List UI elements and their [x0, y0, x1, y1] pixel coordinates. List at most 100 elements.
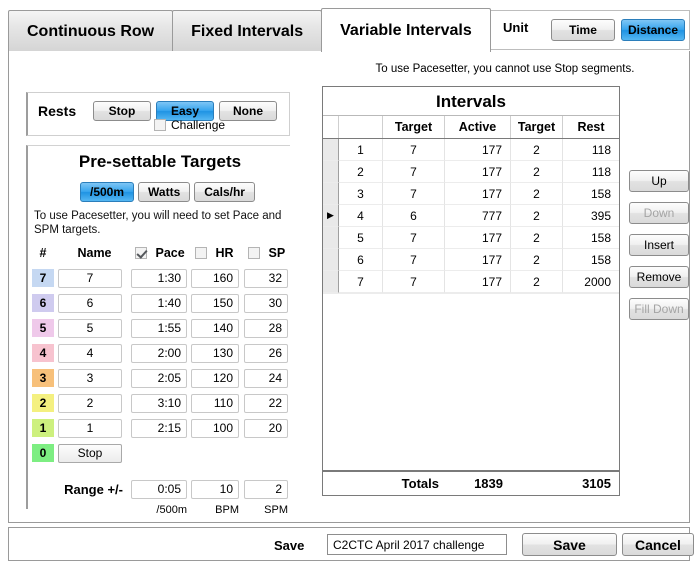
row-selector-cell[interactable]: [323, 249, 339, 271]
interval-index[interactable]: 5: [339, 227, 383, 249]
target-unit-calshr-button[interactable]: Cals/hr: [194, 182, 255, 202]
workout-name-input[interactable]: C2CTC April 2017 challenge: [327, 534, 507, 555]
target-unit-watts-button[interactable]: Watts: [138, 182, 191, 202]
interval-target-active[interactable]: 7: [383, 183, 445, 205]
fill-down-button[interactable]: Fill Down: [629, 298, 689, 320]
interval-target-rest[interactable]: 2: [511, 139, 563, 161]
target-hr-field[interactable]: 140: [191, 318, 239, 338]
intervals-empty-area[interactable]: [323, 293, 619, 464]
row-selector-cell[interactable]: [323, 227, 339, 249]
interval-active-value[interactable]: 177: [445, 161, 511, 183]
target-sp-field[interactable]: 32: [244, 268, 288, 288]
interval-target-active[interactable]: 7: [383, 139, 445, 161]
interval-active-value[interactable]: 177: [445, 183, 511, 205]
interval-rest-value[interactable]: 158: [563, 249, 619, 271]
target-hr-field[interactable]: 110: [191, 393, 239, 413]
interval-rest-value[interactable]: 158: [563, 183, 619, 205]
interval-index[interactable]: 1: [339, 139, 383, 161]
challenge-checkbox[interactable]: [154, 119, 166, 131]
target-hr-field[interactable]: 130: [191, 343, 239, 363]
target-sp-field[interactable]: 24: [244, 368, 288, 388]
interval-active-value[interactable]: 177: [445, 249, 511, 271]
target-pace-field[interactable]: 1:40: [131, 293, 187, 313]
range-pace-field[interactable]: 0:05: [131, 479, 187, 499]
interval-target-active[interactable]: 7: [383, 271, 445, 293]
sp-checkbox[interactable]: [248, 247, 260, 259]
interval-rest-value[interactable]: 118: [563, 161, 619, 183]
interval-rest-value[interactable]: 2000: [563, 271, 619, 293]
target-pace-field[interactable]: 3:10: [131, 393, 187, 413]
target-pace-field[interactable]: 2:15: [131, 418, 187, 438]
target-hr-field[interactable]: 150: [191, 293, 239, 313]
tab-fixed-intervals[interactable]: Fixed Intervals: [172, 10, 323, 52]
target-pace-field[interactable]: 1:55: [131, 318, 187, 338]
table-row[interactable]: 7 7 177 2 2000: [323, 271, 619, 293]
table-row[interactable]: 5 7 177 2 158: [323, 227, 619, 249]
interval-rest-value[interactable]: 395: [563, 205, 619, 227]
interval-rest-value[interactable]: 118: [563, 139, 619, 161]
hr-checkbox[interactable]: [195, 247, 207, 259]
row-selector-cell[interactable]: [323, 139, 339, 161]
pace-checkbox[interactable]: [135, 247, 147, 259]
interval-target-active[interactable]: 7: [383, 161, 445, 183]
table-row[interactable]: ▶ 4 6 777 2 395: [323, 205, 619, 227]
interval-target-rest[interactable]: 2: [511, 205, 563, 227]
interval-target-active[interactable]: 6: [383, 205, 445, 227]
remove-button[interactable]: Remove: [629, 266, 689, 288]
target-sp-field[interactable]: 26: [244, 343, 288, 363]
target-name-field[interactable]: 1: [58, 418, 122, 438]
target-sp-field[interactable]: 30: [244, 293, 288, 313]
interval-active-value[interactable]: 777: [445, 205, 511, 227]
target-name-field[interactable]: 3: [58, 368, 122, 388]
interval-target-active[interactable]: 7: [383, 227, 445, 249]
range-sp-field[interactable]: 2: [244, 479, 288, 499]
rests-none-button[interactable]: None: [219, 101, 277, 121]
insert-button[interactable]: Insert: [629, 234, 689, 256]
target-hr-field[interactable]: 160: [191, 268, 239, 288]
target-pace-field[interactable]: 2:00: [131, 343, 187, 363]
tab-variable-intervals[interactable]: Variable Intervals: [321, 8, 491, 52]
target-name-field[interactable]: 2: [58, 393, 122, 413]
table-row[interactable]: 6 7 177 2 158: [323, 249, 619, 271]
interval-index[interactable]: 4: [339, 205, 383, 227]
row-selector-cell[interactable]: [323, 161, 339, 183]
target-sp-field[interactable]: 20: [244, 418, 288, 438]
target-pace-field[interactable]: 2:05: [131, 368, 187, 388]
target-name-field[interactable]: 7: [58, 268, 122, 288]
target-sp-field[interactable]: 28: [244, 318, 288, 338]
interval-rest-value[interactable]: 158: [563, 227, 619, 249]
table-row[interactable]: 3 7 177 2 158: [323, 183, 619, 205]
target-sp-field[interactable]: 22: [244, 393, 288, 413]
interval-index[interactable]: 7: [339, 271, 383, 293]
challenge-checkbox-row[interactable]: Challenge: [154, 118, 225, 132]
range-hr-field[interactable]: 10: [191, 479, 239, 499]
interval-target-rest[interactable]: 2: [511, 249, 563, 271]
tab-continuous-row[interactable]: Continuous Row: [8, 10, 174, 52]
unit-time-button[interactable]: Time: [551, 19, 615, 41]
target-hr-field[interactable]: 100: [191, 418, 239, 438]
save-button[interactable]: Save: [522, 533, 617, 556]
unit-distance-button[interactable]: Distance: [621, 19, 685, 41]
target-name-field[interactable]: 5: [58, 318, 122, 338]
table-row[interactable]: 1 7 177 2 118: [323, 139, 619, 161]
down-button[interactable]: Down: [629, 202, 689, 224]
cancel-button[interactable]: Cancel: [622, 533, 694, 556]
interval-target-active[interactable]: 7: [383, 249, 445, 271]
interval-index[interactable]: 2: [339, 161, 383, 183]
target-hr-field[interactable]: 120: [191, 368, 239, 388]
rests-stop-button[interactable]: Stop: [93, 101, 151, 121]
interval-index[interactable]: 3: [339, 183, 383, 205]
interval-target-rest[interactable]: 2: [511, 271, 563, 293]
target-stop-button[interactable]: Stop: [58, 443, 122, 463]
table-row[interactable]: 2 7 177 2 118: [323, 161, 619, 183]
row-selector-marker-icon[interactable]: ▶: [323, 205, 339, 227]
up-button[interactable]: Up: [629, 170, 689, 192]
interval-active-value[interactable]: 177: [445, 227, 511, 249]
row-selector-cell[interactable]: [323, 271, 339, 293]
interval-target-rest[interactable]: 2: [511, 183, 563, 205]
interval-active-value[interactable]: 177: [445, 139, 511, 161]
interval-target-rest[interactable]: 2: [511, 161, 563, 183]
target-name-field[interactable]: 4: [58, 343, 122, 363]
target-name-field[interactable]: 6: [58, 293, 122, 313]
interval-target-rest[interactable]: 2: [511, 227, 563, 249]
